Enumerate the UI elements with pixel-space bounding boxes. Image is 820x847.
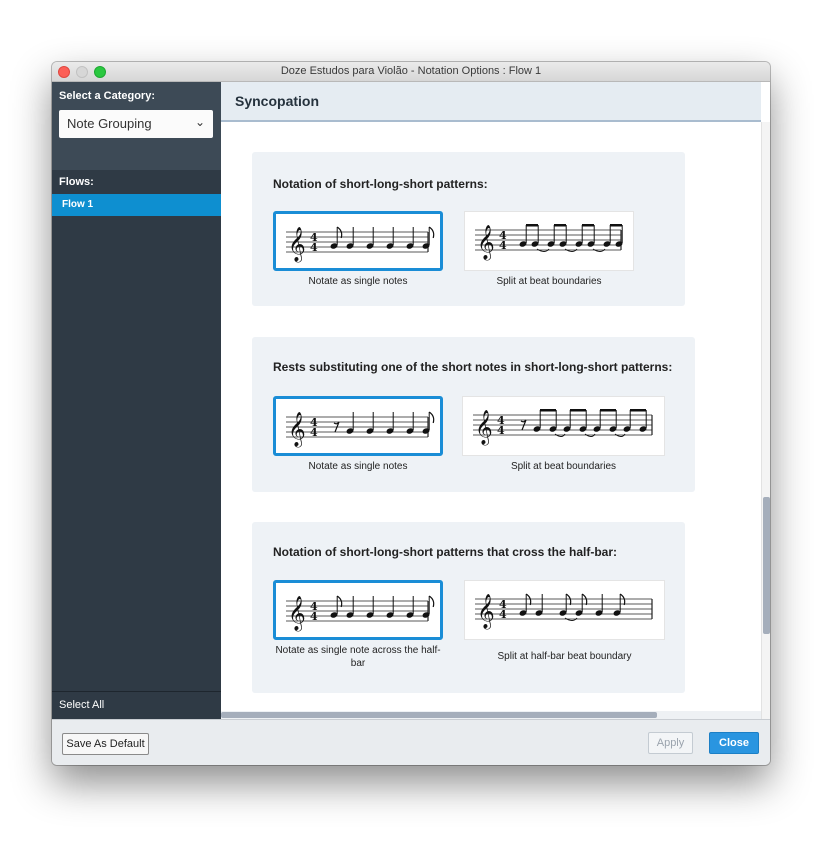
category-label: Select a Category: — [59, 90, 155, 102]
option-label: Notate as single note across the half-ba… — [275, 645, 441, 669]
panel-title: Notation of short-long-short patterns th… — [273, 545, 617, 559]
option-card[interactable]: 𝄞 4 4 Split at half-bar beat boundary — [464, 580, 665, 663]
staff-notation-graphic: 𝄞 44 — [286, 595, 435, 632]
option-label: Split at beat boundaries — [496, 276, 602, 287]
staff-notation-graphic: 𝄞 44 — [286, 226, 435, 263]
option-panel: Notation of short-long-short patterns th… — [252, 522, 685, 693]
vertical-scroll-thumb[interactable] — [763, 497, 770, 634]
option-card[interactable]: 𝄞 4 4 Notate as single notes — [273, 211, 443, 288]
svg-text:𝄞: 𝄞 — [477, 594, 495, 630]
music-example: 𝄞 4 4 — [464, 211, 634, 271]
sidebar: Select a Category: Note Grouping ⌄ Flows… — [52, 82, 221, 719]
category-section: Select a Category: Note Grouping ⌄ — [52, 82, 221, 170]
option-card[interactable]: 𝄞 4 4 Notate as single notes — [273, 396, 443, 473]
panel-title: Notation of short-long-short patterns: — [273, 177, 488, 191]
option-panel: Rests substituting one of the short note… — [252, 337, 695, 492]
panel-title: Rests substituting one of the short note… — [273, 360, 673, 374]
svg-text:4: 4 — [499, 239, 507, 252]
vertical-scrollbar[interactable] — [761, 122, 770, 719]
section-title: Syncopation — [221, 82, 761, 122]
category-select[interactable]: Note Grouping ⌄ — [59, 110, 213, 138]
chevron-down-icon: ⌄ — [194, 115, 205, 129]
staff-notation-graphic: 𝄞 44 — [475, 593, 653, 630]
save-as-default-button[interactable]: Save As Default — [62, 733, 149, 755]
svg-text:𝄞: 𝄞 — [475, 410, 493, 446]
horizontal-scrollbar[interactable] — [221, 711, 761, 719]
options-content: Syncopation Notation of short-long-short… — [221, 82, 770, 719]
title-bar: Doze Estudos para Violão - Notation Opti… — [52, 62, 770, 82]
svg-text:𝄞: 𝄞 — [288, 596, 306, 632]
svg-text:4: 4 — [497, 424, 505, 437]
music-example: 𝄞 4 4 — [273, 396, 443, 456]
close-button[interactable]: Close — [709, 732, 759, 754]
svg-text:4: 4 — [310, 426, 318, 439]
select-all-button[interactable]: Select All — [52, 691, 221, 719]
music-example: 𝄞 4 4 — [273, 580, 443, 640]
window-title: Doze Estudos para Violão - Notation Opti… — [280, 65, 542, 77]
music-example: 𝄞 4 4 — [464, 580, 665, 640]
option-label: Split at half-bar beat boundary — [497, 651, 632, 662]
staff-notation-graphic: 𝄞 44 — [473, 409, 653, 446]
flow-list-item[interactable]: Flow 1 — [52, 194, 221, 216]
option-label: Split at beat boundaries — [510, 461, 617, 472]
svg-text:4: 4 — [310, 241, 318, 254]
horizontal-scroll-thumb[interactable] — [221, 712, 657, 718]
svg-text:𝄞: 𝄞 — [288, 227, 306, 263]
svg-text:𝄞: 𝄞 — [477, 225, 495, 261]
option-label: Notate as single notes — [308, 461, 408, 472]
flows-label: Flows: — [59, 176, 94, 188]
option-panel: Notation of short-long-short patterns: 𝄞… — [252, 152, 685, 306]
option-label: Notate as single notes — [308, 276, 408, 287]
option-card[interactable]: 𝄞 4 4 Split at beat boundaries — [464, 211, 634, 288]
option-card[interactable]: 𝄞 4 4 Notate as single note across the hal… — [273, 580, 443, 670]
staff-notation-graphic: 𝄞 44 — [475, 224, 623, 261]
music-example: 𝄞 4 4 — [273, 211, 443, 271]
svg-text:𝄞: 𝄞 — [288, 412, 306, 448]
music-example: 𝄞 4 4 — [462, 396, 665, 456]
dialog-footer: Save As Default Apply Close — [52, 719, 770, 765]
category-select-value: Note Grouping — [67, 116, 152, 131]
svg-text:4: 4 — [310, 610, 318, 623]
staff-notation-graphic: 𝄞 44 — [286, 411, 435, 448]
svg-text:4: 4 — [499, 608, 507, 621]
notation-options-window: Doze Estudos para Violão - Notation Opti… — [52, 62, 770, 765]
apply-button[interactable]: Apply — [648, 732, 693, 754]
option-card[interactable]: 𝄞 4 4 Split at beat boundaries — [462, 396, 665, 473]
flows-header: Flows: — [52, 170, 221, 194]
